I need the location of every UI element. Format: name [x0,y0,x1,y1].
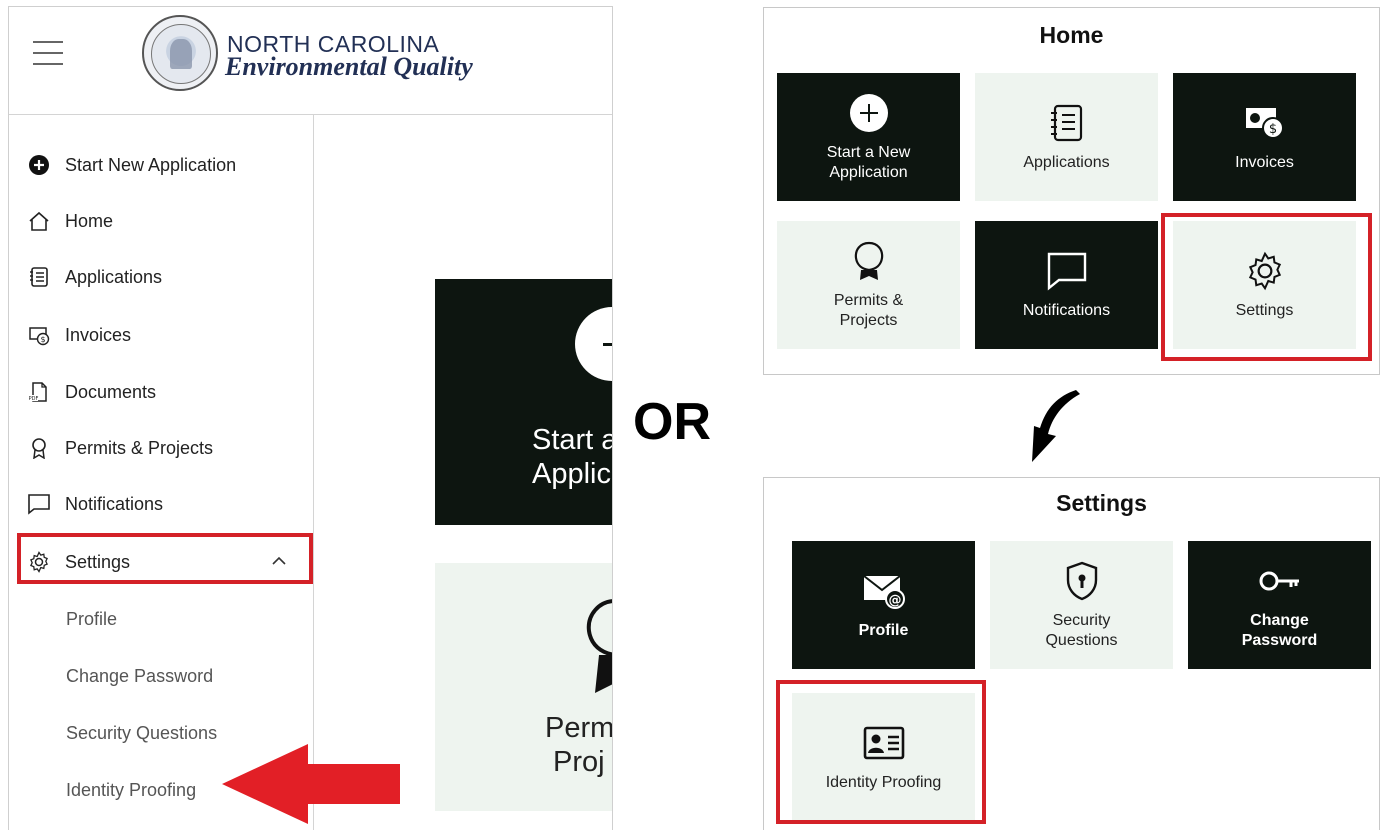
tile-security-questions[interactable]: Security Questions [990,541,1173,669]
plus-circle-icon [847,91,891,135]
sidebar-item-label: Permits & Projects [65,437,214,458]
sidebar-item-invoices[interactable]: $ Invoices [9,315,314,355]
key-icon [1258,559,1302,603]
permits-projects-tile[interactable]: Perm Proj [435,563,613,811]
sidebar-subitem-label: Profile [66,608,118,629]
tile-invoices[interactable]: $ Invoices [1173,73,1356,201]
or-divider-label: OR [633,393,711,451]
tile-change-password[interactable]: Change Password [1188,541,1371,669]
shield-keyhole-icon [1060,559,1104,603]
sidebar-subitem-label: Security Questions [66,722,218,743]
tile-label: Profile [858,622,909,639]
sidebar-subitem-profile[interactable]: Profile [9,599,314,639]
tile-notifications[interactable]: Notifications [975,221,1158,349]
ribbon-icon [27,436,51,460]
pdf-document-icon: PDF [27,380,51,404]
home-dashboard-panel: Home Start a New Application Application… [763,7,1380,375]
tile-label: Security Questions [1045,612,1118,649]
svg-text:$: $ [40,335,45,344]
sidebar-subitem-label: Change Password [66,665,214,686]
sidebar-item-documents[interactable]: PDF Documents [9,372,314,412]
tile-permits-projects[interactable]: Permits & Projects [777,221,960,349]
chat-icon [27,492,51,516]
applications-icon [27,265,51,289]
tile-label: Applications [1023,154,1110,171]
sidebar-item-notifications[interactable]: Notifications [9,484,314,524]
home-panel-title: Home [1039,22,1104,48]
plus-circle-icon [27,153,51,177]
settings-panel-title: Settings [1056,490,1147,516]
settings-dashboard-panel: Settings @ Profile Security Questions Ch… [763,477,1380,830]
sidebar-item-permits-projects[interactable]: Permits & Projects [9,428,314,468]
curved-down-arrow-icon [1032,390,1080,462]
sidebar-item-label: Documents [65,381,157,402]
org-name-line2: Environmental Quality [225,52,473,81]
tile-start-new-application[interactable]: Start a New Application [777,73,960,201]
start-application-tile[interactable]: Start a Applic [435,279,613,525]
sidebar-subitem-label: Identity Proofing [66,779,197,800]
sidebar-item-start-new-application[interactable]: Start New Application [9,145,314,185]
tile-label: Start a New Application [826,144,911,181]
tile-profile[interactable]: @ Profile [792,541,975,669]
ribbon-icon [847,239,891,283]
tile-applications[interactable]: Applications [975,73,1158,201]
red-pointer-arrow-icon [222,744,400,824]
sidebar-item-applications[interactable]: Applications [9,257,314,297]
tile-label: Perm Proj [545,712,613,778]
tile-label: Change Password [1241,612,1318,649]
tile-label: Permits & Projects [833,292,904,329]
main-content-preview: Start a Applic Perm Proj [315,115,613,830]
invoice-icon: $ [1243,101,1287,145]
plus-circle-icon [575,307,612,381]
envelope-at-icon: @ [862,569,906,613]
left-portal-screenshot: NORTH CAROLINA Environmental Quality Sta… [8,6,613,830]
tile-label: Invoices [1235,154,1294,171]
sidebar-item-label: Invoices [65,324,132,345]
home-icon [27,209,51,233]
sidebar-item-label: Notifications [65,493,164,514]
portal-header: NORTH CAROLINA Environmental Quality [9,7,612,115]
sidebar-item-label: Applications [65,266,163,287]
sidebar-item-label: Start New Application [65,154,237,175]
svg-text:PDF: PDF [29,396,39,402]
sidebar-subitem-change-password[interactable]: Change Password [9,656,314,696]
state-seal-logo [142,15,218,91]
highlight-frame-identity-proofing-tile [776,680,986,824]
tile-label: Start a Applic [532,424,613,490]
hamburger-menu-icon[interactable] [33,41,63,65]
tile-label: Notifications [1022,302,1111,319]
sidebar-item-home[interactable]: Home [9,201,314,241]
highlight-frame-settings [17,533,313,584]
invoice-icon: $ [27,323,51,347]
ribbon-icon [586,599,612,693]
svg-text:@: @ [888,593,901,608]
sidebar-item-label: Home [65,210,114,231]
highlight-frame-settings-tile [1161,213,1372,361]
svg-text:$: $ [1268,122,1276,137]
applications-icon [1045,101,1089,145]
chat-icon [1045,249,1089,293]
sidebar: Start New Application Home Applications … [9,115,314,830]
